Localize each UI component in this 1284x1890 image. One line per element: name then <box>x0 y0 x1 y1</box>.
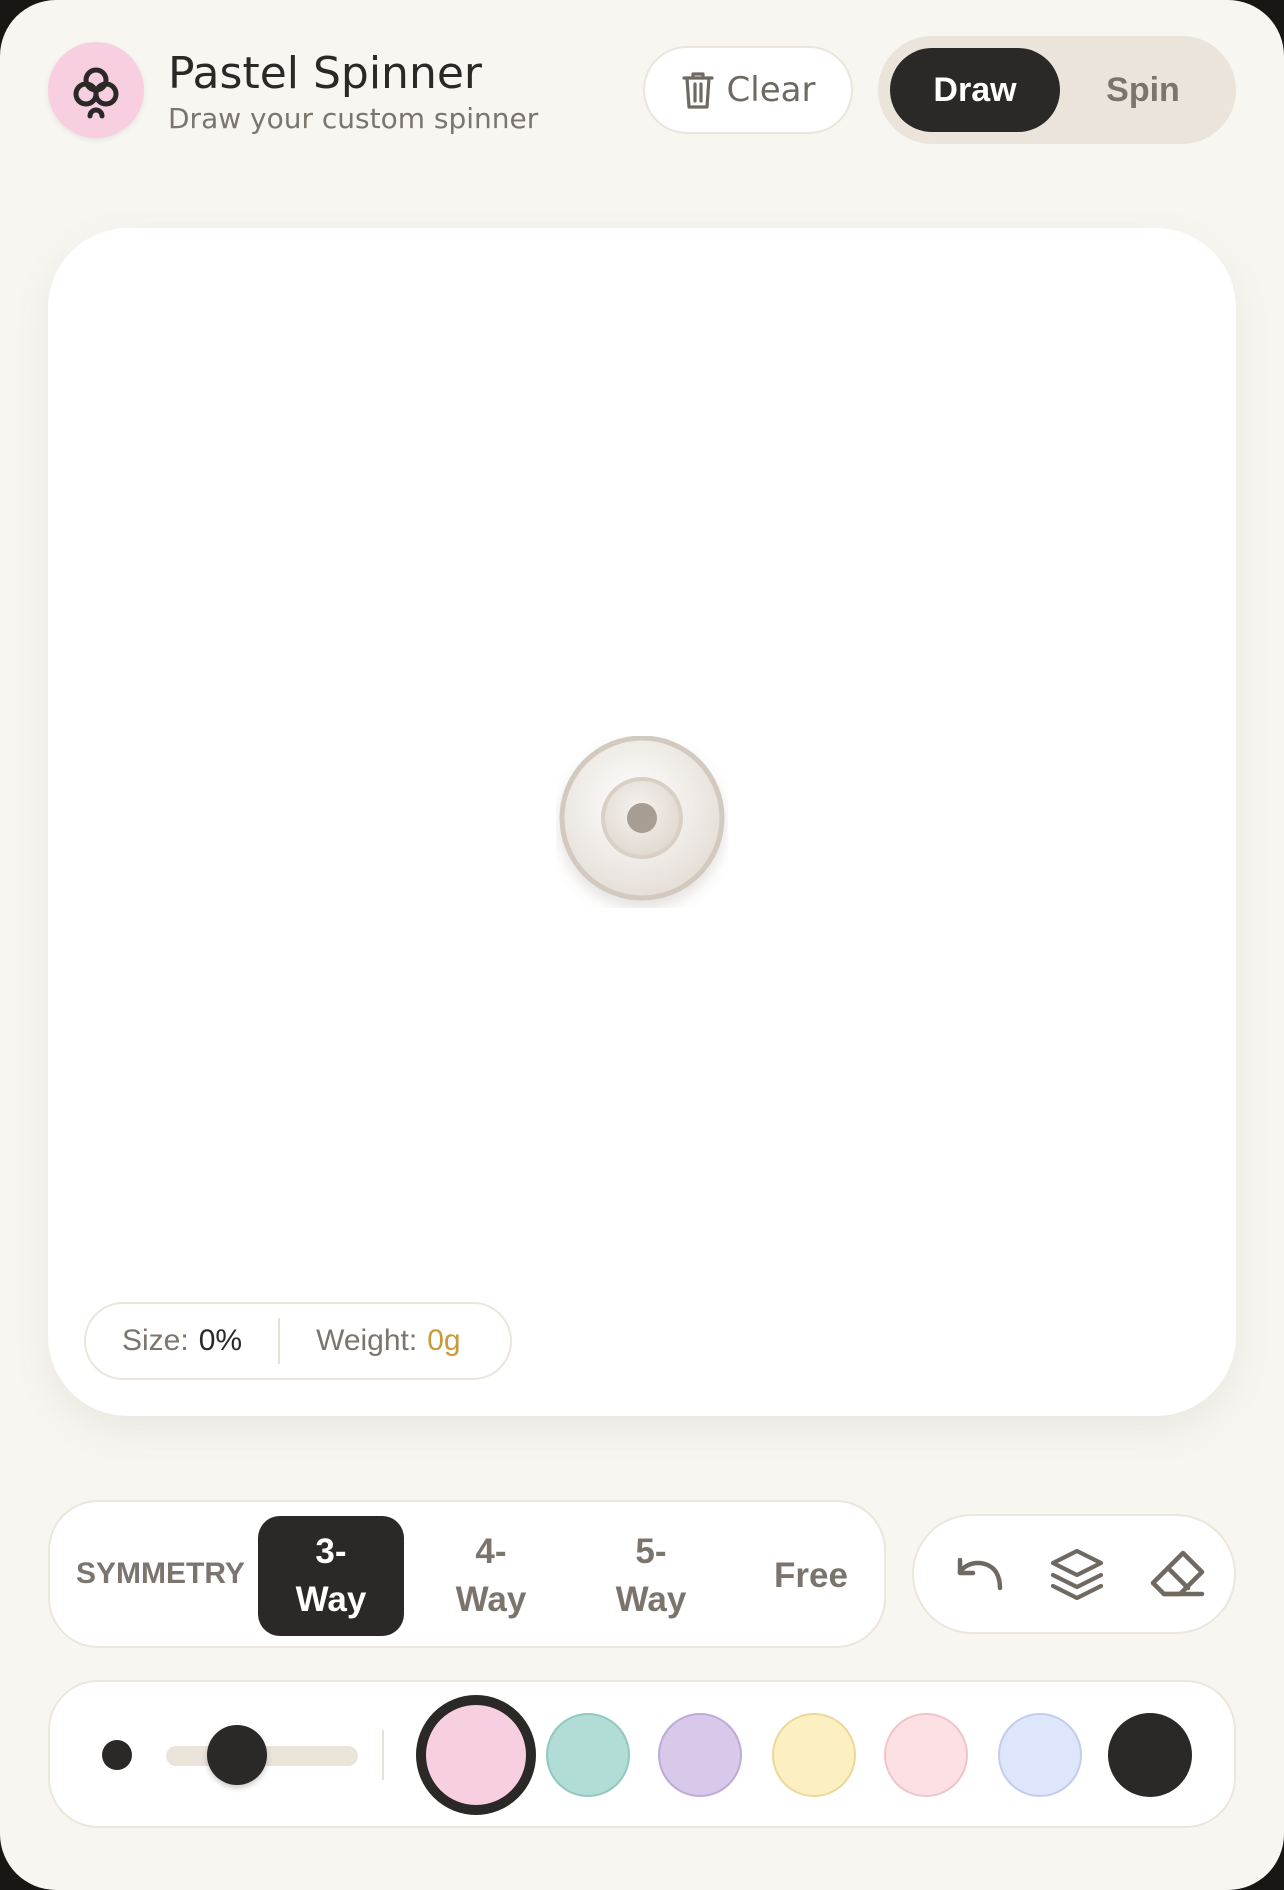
size-label: Size: <box>122 1324 189 1357</box>
app-subtitle: Draw your custom spinner <box>168 102 539 135</box>
symmetry-5-way-button[interactable]: 5- Way <box>578 1516 724 1636</box>
mode-toggle: Draw Spin <box>878 36 1236 144</box>
symmetry-option-line1: 4- <box>475 1532 507 1571</box>
tools-panel <box>912 1514 1236 1634</box>
brush-size-preview <box>102 1740 132 1770</box>
symmetry-option-line1: 5- <box>635 1532 667 1571</box>
mode-spin-button[interactable]: Spin <box>1060 48 1226 132</box>
color-swatch-periwinkle[interactable] <box>998 1713 1082 1797</box>
undo-icon[interactable] <box>950 1546 1008 1604</box>
symmetry-free-button[interactable]: Free <box>738 1516 884 1636</box>
app-title: Pastel Spinner <box>168 48 482 99</box>
spinner-hub <box>559 736 725 901</box>
symmetry-panel: SYMMETRY 3- Way 4- Way 5- Way Free <box>48 1500 886 1648</box>
symmetry-3-way-button[interactable]: 3- Way <box>258 1516 404 1636</box>
header: Pastel Spinner Draw your custom spinner … <box>0 0 1284 180</box>
size-stat: Size: 0% <box>86 1324 278 1358</box>
size-value: 0% <box>198 1324 243 1357</box>
symmetry-option-line2: Way <box>615 1580 687 1619</box>
brush-size-slider-thumb[interactable] <box>207 1725 268 1785</box>
symmetry-option-line2: Way <box>455 1580 527 1619</box>
weight-label: Weight: <box>316 1324 418 1357</box>
spinner-logo-icon <box>48 42 144 138</box>
drawing-canvas[interactable]: Size: 0% Weight: 0g <box>48 228 1236 1416</box>
color-swatch-pink[interactable] <box>416 1695 536 1815</box>
palette-divider <box>382 1730 384 1780</box>
color-swatch-butter[interactable] <box>772 1713 856 1797</box>
clear-button[interactable]: Clear <box>643 46 853 134</box>
color-palette <box>48 1680 1236 1828</box>
trash-icon <box>681 72 714 109</box>
symmetry-option-line2: Way <box>295 1580 367 1619</box>
weight-stat: Weight: 0g <box>280 1324 497 1358</box>
symmetry-4-way-button[interactable]: 4- Way <box>418 1516 564 1636</box>
color-swatch-blush[interactable] <box>884 1713 968 1797</box>
symmetry-option-line1: Free <box>774 1556 848 1595</box>
color-swatch-lavender[interactable] <box>658 1713 742 1797</box>
color-swatch-mint[interactable] <box>546 1713 630 1797</box>
spinner-stats: Size: 0% Weight: 0g <box>84 1302 512 1380</box>
app-window: Pastel Spinner Draw your custom spinner … <box>0 0 1284 1890</box>
weight-value: 0g <box>427 1324 461 1357</box>
layers-icon[interactable] <box>1048 1546 1106 1604</box>
clear-button-label: Clear <box>726 70 816 110</box>
eraser-icon[interactable] <box>1148 1546 1206 1604</box>
symmetry-label: SYMMETRY <box>76 1557 245 1590</box>
color-swatch-charcoal[interactable] <box>1108 1713 1192 1797</box>
mode-draw-button[interactable]: Draw <box>890 48 1060 132</box>
symmetry-option-line1: 3- <box>315 1532 347 1571</box>
